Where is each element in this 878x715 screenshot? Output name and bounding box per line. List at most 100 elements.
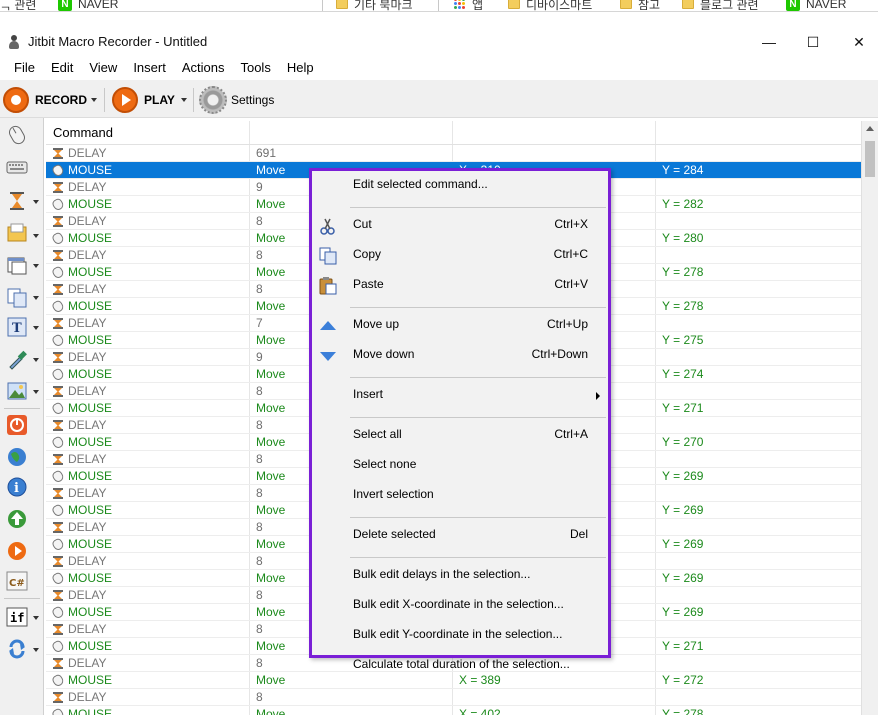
window-titlebar[interactable]: Jitbit Macro Recorder - Untitled — ☐ ✕ (0, 28, 878, 56)
csharp-command-icon[interactable]: C# (6, 570, 28, 592)
cell-value-3 (662, 281, 861, 298)
image-command-icon[interactable] (6, 380, 28, 402)
upload-command-icon[interactable] (6, 508, 28, 530)
context-item-bulk-edit-x-coordinate-in-the-selection[interactable]: Bulk edit X-coordinate in the selection.… (312, 593, 608, 619)
context-menu-separator (350, 517, 606, 518)
context-item-copy[interactable]: Copy Ctrl+C (312, 243, 608, 269)
text-dropdown-caret[interactable] (33, 326, 39, 330)
cell-command: MOUSE (68, 469, 113, 483)
cell-command: MOUSE (68, 299, 113, 313)
menu-insert[interactable]: Insert (125, 56, 174, 80)
image-dropdown-caret[interactable] (33, 390, 39, 394)
cell-command: MOUSE (68, 401, 113, 415)
column-header-command[interactable]: Command (46, 121, 113, 145)
if-command-icon[interactable]: if (6, 606, 28, 628)
scroll-thumb[interactable] (865, 141, 875, 177)
bookmark-folder-ref[interactable]: 참고 (620, 0, 660, 11)
if-dropdown-caret[interactable] (33, 616, 39, 620)
context-item-paste[interactable]: Paste Ctrl+V (312, 273, 608, 299)
context-item-select-all[interactable]: Select all Ctrl+A (312, 423, 608, 449)
run-macro-icon[interactable] (6, 540, 28, 562)
clipboard-dropdown-caret[interactable] (33, 296, 39, 300)
menu-actions[interactable]: Actions (174, 56, 233, 80)
bookmark-folder-other[interactable]: 기타 북마크 (336, 0, 413, 11)
context-item-move-down[interactable]: Move down Ctrl+Down (312, 343, 608, 369)
play-dropdown-caret[interactable] (181, 98, 187, 102)
context-item-invert-selection[interactable]: Invert selection (312, 483, 608, 509)
cell-command: DELAY (68, 520, 107, 534)
bookmark-folder-devicemart[interactable]: 디바이스마트 (508, 0, 592, 11)
record-icon (3, 87, 29, 113)
loop-dropdown-caret[interactable] (33, 648, 39, 652)
minimize-button[interactable]: — (746, 28, 792, 56)
color-dropdown-caret[interactable] (33, 358, 39, 362)
window-dropdown-caret[interactable] (33, 264, 39, 268)
bookmark-folder-blog[interactable]: 블로그 관련 (682, 0, 759, 11)
settings-label: Settings (231, 93, 275, 107)
scroll-up-arrow[interactable] (866, 126, 874, 131)
cell-value-3: Y = 272 (662, 673, 704, 687)
bookmark-naver-left[interactable]: N NAVER (58, 0, 119, 11)
context-item-bulk-edit-delays-in-the-selection[interactable]: Bulk edit delays in the selection... (312, 563, 608, 589)
menu-tools[interactable]: Tools (232, 56, 278, 80)
cell-value-3 (662, 145, 861, 162)
web-command-icon[interactable] (6, 446, 28, 468)
context-item-label: Select none (353, 457, 417, 471)
color-picker-icon[interactable] (6, 348, 28, 370)
play-button[interactable]: PLAY (112, 87, 175, 113)
cell-value-1: 691 (256, 146, 277, 160)
mouse-command-icon[interactable] (6, 124, 28, 146)
clipboard-command-icon[interactable] (6, 286, 28, 308)
loop-command-icon[interactable] (6, 638, 28, 660)
context-item-select-none[interactable]: Select none (312, 453, 608, 479)
table-row[interactable]: DELAY 691 (46, 145, 861, 162)
cell-value-3: Y = 278 (662, 265, 704, 279)
menu-help[interactable]: Help (279, 56, 322, 80)
cell-command: MOUSE (68, 333, 113, 347)
stop-command-icon[interactable] (6, 414, 28, 436)
cell-value-3: Y = 274 (662, 367, 704, 381)
cell-command: MOUSE (68, 707, 113, 715)
cell-command: MOUSE (68, 537, 113, 551)
cell-command: DELAY (68, 486, 107, 500)
delay-command-icon[interactable] (6, 190, 28, 212)
context-item-shortcut: Ctrl+X (554, 217, 588, 231)
menu-view[interactable]: View (81, 56, 125, 80)
context-item-shortcut: Ctrl+Up (546, 317, 588, 331)
context-item-edit-selected-command[interactable]: Edit selected command... (312, 173, 608, 199)
context-item-bulk-edit-y-coordinate-in-the-selection[interactable]: Bulk edit Y-coordinate in the selection.… (312, 623, 608, 649)
maximize-button[interactable]: ☐ (790, 28, 836, 56)
bookmark-naver-right[interactable]: N NAVER (786, 0, 846, 11)
info-command-icon[interactable]: i (6, 476, 28, 498)
cell-command: DELAY (68, 248, 107, 262)
window-command-icon[interactable] (6, 254, 28, 276)
context-item-insert[interactable]: Insert (312, 383, 608, 409)
close-button[interactable]: ✕ (836, 28, 878, 56)
record-button[interactable]: RECORD (3, 87, 87, 113)
cell-command: MOUSE (68, 571, 113, 585)
cell-value-3: Y = 271 (662, 401, 704, 415)
menu-edit[interactable]: Edit (43, 56, 81, 80)
naver-icon: N (786, 0, 800, 11)
file-dropdown-caret[interactable] (33, 234, 39, 238)
open-file-icon[interactable] (6, 222, 28, 244)
menu-file[interactable]: File (6, 56, 43, 80)
bookmark-label: NAVER (78, 0, 119, 11)
settings-button[interactable]: Settings (199, 86, 275, 114)
table-row[interactable]: MOUSE Move X = 402 Y = 278 (46, 706, 861, 715)
vertical-scrollbar[interactable] (861, 121, 878, 715)
keyboard-command-icon[interactable] (6, 156, 28, 178)
main-toolbar: RECORD PLAY Settings (0, 80, 878, 118)
text-command-icon[interactable]: T (6, 316, 28, 338)
table-row[interactable]: DELAY 8 (46, 689, 861, 706)
delay-dropdown-caret[interactable] (33, 200, 39, 204)
context-item-delete-selected[interactable]: Delete selected Del (312, 523, 608, 549)
record-dropdown-caret[interactable] (91, 98, 97, 102)
bookmark-separator (438, 0, 439, 11)
svg-text:C#: C# (9, 578, 25, 589)
bookmark-left-0[interactable]: ᆨ 관련 (0, 0, 36, 11)
bookmark-apps[interactable]: 앱 (454, 0, 483, 11)
context-item-calculate-total-duration-of-the-selection[interactable]: Calculate total duration of the selectio… (312, 653, 608, 679)
context-item-move-up[interactable]: Move up Ctrl+Up (312, 313, 608, 339)
context-item-cut[interactable]: Cut Ctrl+X (312, 213, 608, 239)
